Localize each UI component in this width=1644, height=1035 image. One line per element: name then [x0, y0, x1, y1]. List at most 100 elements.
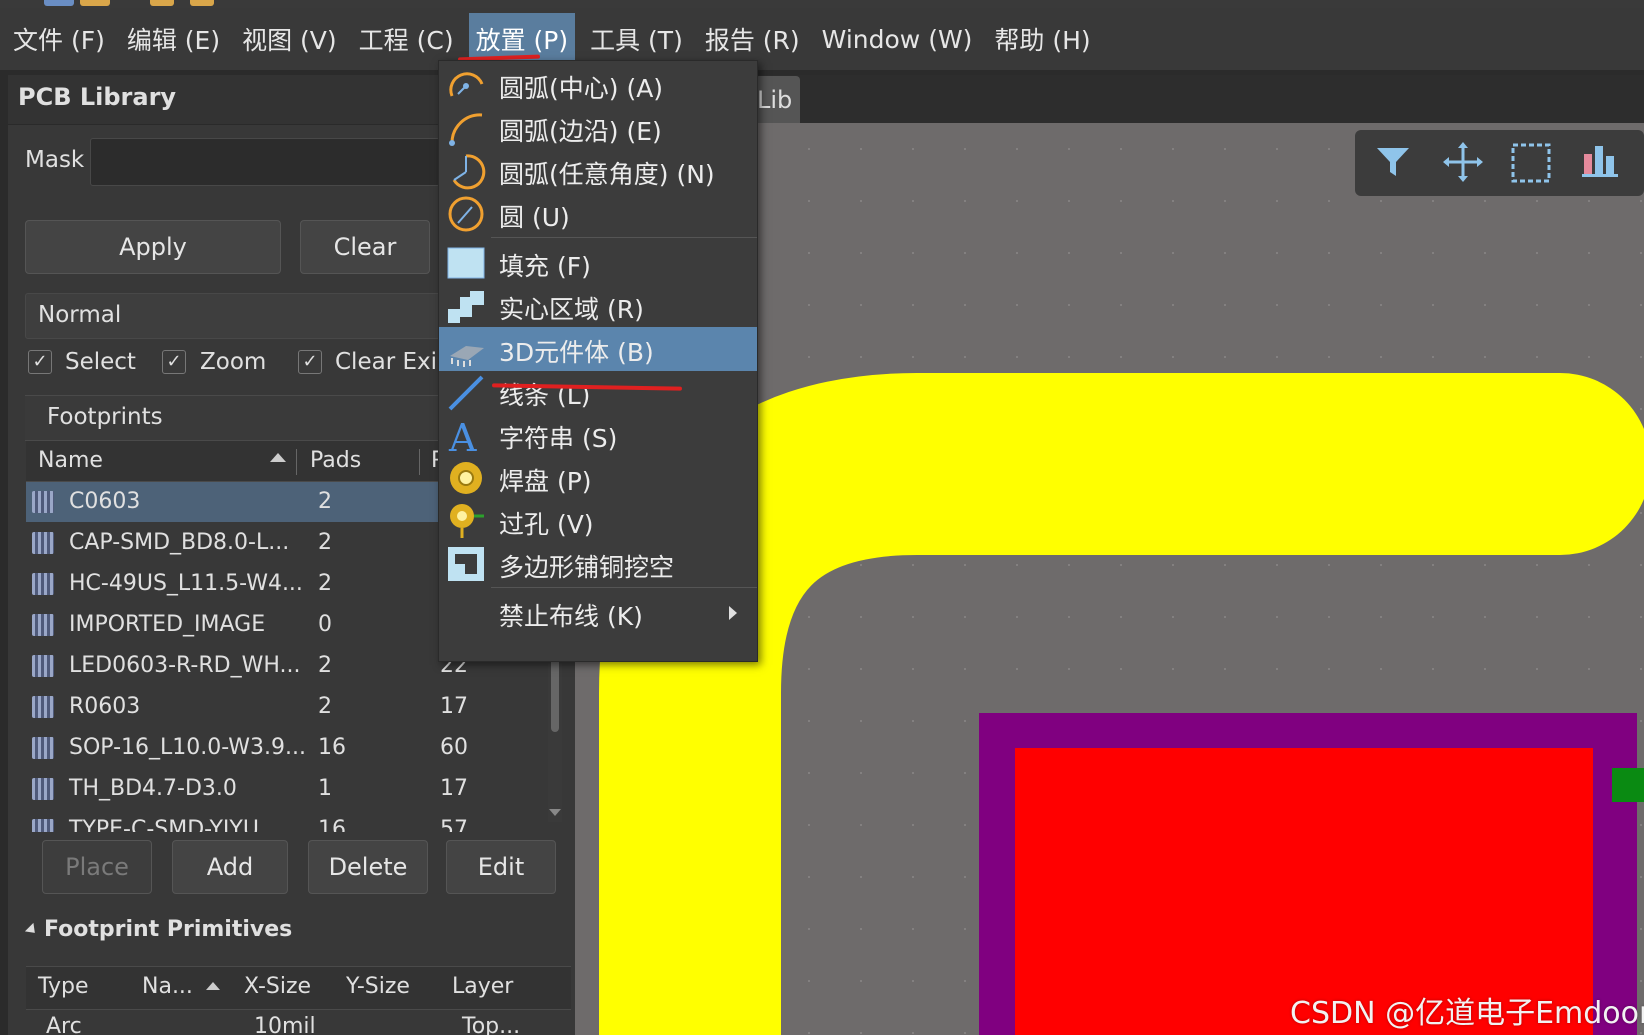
footprint-pads: 1: [318, 776, 332, 801]
prim-xsize: 10mil: [254, 1014, 316, 1035]
add-button[interactable]: Add: [172, 840, 288, 894]
menu-item-solid-region[interactable]: 实心区域 (R): [439, 284, 757, 328]
line-icon: [446, 373, 486, 411]
menu-item-via[interactable]: 过孔 (V): [439, 499, 757, 543]
menu-item-label: 过孔 (V): [499, 510, 594, 539]
footprint-pads: 2: [318, 694, 332, 719]
pad-icon: [446, 459, 486, 497]
delete-button[interactable]: Delete: [308, 840, 428, 894]
prim-column-name[interactable]: Na...: [142, 974, 193, 999]
menu-item-circle[interactable]: 圆 (U): [439, 192, 757, 236]
footprint-row[interactable]: R0603 2 17: [26, 687, 546, 727]
menu-view[interactable]: 视图 (V): [235, 13, 344, 65]
mode-select[interactable]: Normal: [25, 293, 445, 339]
clear-button[interactable]: Clear: [300, 220, 430, 274]
menu-item-arc-center[interactable]: 圆弧(中心) (A): [439, 63, 757, 107]
menu-item-line[interactable]: 线条 (L): [439, 370, 757, 414]
footprint-name: LED0603-R-RD_WH...: [69, 653, 301, 678]
footprint-name: R0603: [69, 694, 141, 719]
select-checkbox[interactable]: ✓: [28, 350, 52, 374]
clear-existing-checkbox[interactable]: ✓: [298, 350, 322, 374]
footprints-section-header: Footprints: [25, 395, 445, 441]
polygon-cutout-icon: [446, 545, 486, 583]
footprint-name: C0603: [69, 489, 141, 514]
align-chart-icon[interactable]: [1580, 140, 1620, 180]
footprint-row[interactable]: SOP-16_L10.0-W3.9... 16 60: [26, 728, 546, 768]
menu-project[interactable]: 工程 (C): [352, 13, 461, 65]
column-divider: [296, 449, 297, 475]
menu-item-keepout[interactable]: 禁止布线 (K): [439, 591, 757, 635]
place-button[interactable]: Place: [42, 840, 152, 894]
footprint-icon: [32, 737, 54, 759]
menu-help[interactable]: 帮助 (H): [987, 13, 1097, 65]
menu-item-label: 3D元件体 (B): [499, 338, 654, 367]
menu-tools[interactable]: 工具 (T): [583, 13, 690, 65]
sort-ascending-icon: [206, 982, 220, 990]
footprint-icon: [32, 491, 54, 513]
menu-item-polygon-cutout[interactable]: 多边形铺铜挖空: [439, 542, 757, 586]
footprint-icon: [32, 819, 54, 832]
footprint-primitives-label: Footprint Primitives: [44, 917, 293, 942]
column-divider: [419, 449, 420, 475]
column-name[interactable]: Name: [38, 448, 103, 473]
footprint-row[interactable]: TH_BD4.7-D3.0 1 17: [26, 769, 546, 809]
menu-item-label: 圆弧(边沿) (E): [499, 117, 662, 146]
tab-label: Lib: [757, 86, 793, 114]
column-pads[interactable]: Pads: [310, 448, 361, 473]
footprint-primitives: 17: [440, 776, 468, 801]
green-marker: [1612, 768, 1644, 802]
menu-item-label: 实心区域 (R): [499, 295, 644, 324]
footprint-name: SOP-16_L10.0-W3.9...: [69, 735, 307, 760]
footprint-primitives: 17: [440, 694, 468, 719]
place-menu: 圆弧(中心) (A) 圆弧(边沿) (E) 圆弧(任意角度) (N) 圆 (U) 填充 …: [438, 60, 758, 662]
menu-item-3d-body[interactable]: 3D元件体 (B): [439, 327, 757, 371]
scroll-down-icon[interactable]: [549, 809, 561, 816]
move-icon[interactable]: [1443, 142, 1483, 182]
prim-column-layer[interactable]: Layer: [452, 974, 513, 999]
mask-input[interactable]: [90, 138, 440, 186]
prim-column-xsize[interactable]: X-Size: [244, 974, 311, 999]
edit-button[interactable]: Edit: [446, 840, 556, 894]
menu-edit[interactable]: 编辑 (E): [120, 13, 227, 65]
footprint-icon: [32, 696, 54, 718]
footprint-icon: [32, 655, 54, 677]
fill-icon: [446, 244, 486, 282]
apply-button[interactable]: Apply: [25, 220, 281, 274]
3d-body-icon: [446, 330, 486, 368]
menu-item-arc-any-angle[interactable]: 圆弧(任意角度) (N): [439, 149, 757, 193]
title-strip: [0, 0, 1644, 8]
select-rect-icon[interactable]: [1510, 142, 1554, 186]
menu-file[interactable]: 文件 (F): [6, 13, 112, 65]
footprint-name: TH_BD4.7-D3.0: [69, 776, 237, 801]
menu-item-arc-edge[interactable]: 圆弧(边沿) (E): [439, 106, 757, 150]
footprint-row[interactable]: TYPE-C-SMD-YIYU... 16 57: [26, 810, 546, 832]
menu-reports[interactable]: 报告 (R): [698, 13, 807, 65]
footprint-pads: 0: [318, 612, 332, 637]
via-icon: [446, 502, 486, 540]
menu-item-pad[interactable]: 焊盘 (P): [439, 456, 757, 500]
footprint-icon: [32, 573, 54, 595]
zoom-checkbox-label: Zoom: [200, 349, 267, 375]
menu-window[interactable]: Window (W): [815, 17, 980, 62]
zoom-checkbox[interactable]: ✓: [162, 350, 186, 374]
prim-column-type[interactable]: Type: [38, 974, 89, 999]
canvas-toolbar: [1355, 130, 1644, 196]
menu-item-string[interactable]: A 字符串 (S): [439, 413, 757, 460]
string-icon: A: [446, 416, 486, 460]
menu-item-label: 圆弧(中心) (A): [499, 74, 664, 103]
document-tab[interactable]: Lib: [755, 76, 800, 123]
footprint-name: TYPE-C-SMD-YIYU...: [69, 817, 280, 832]
footprint-pads: 2: [318, 489, 332, 514]
mask-label: Mask: [25, 147, 85, 173]
menu-item-label: 圆弧(任意角度) (N): [499, 160, 715, 189]
footprint-pads: 2: [318, 653, 332, 678]
filter-icon[interactable]: [1375, 144, 1411, 180]
select-checkbox-label: Select: [65, 349, 136, 375]
primitives-table-header: Type Na... X-Size Y-Size Layer: [26, 966, 571, 1010]
menu-item-label: 禁止布线 (K): [499, 602, 643, 631]
arc-edge-icon: [446, 109, 486, 147]
prim-column-ysize[interactable]: Y-Size: [346, 974, 410, 999]
primitive-row[interactable]: Arc 10mil Top...: [26, 1010, 571, 1035]
svg-text:A: A: [448, 416, 477, 454]
menu-item-fill[interactable]: 填充 (F): [439, 241, 757, 285]
